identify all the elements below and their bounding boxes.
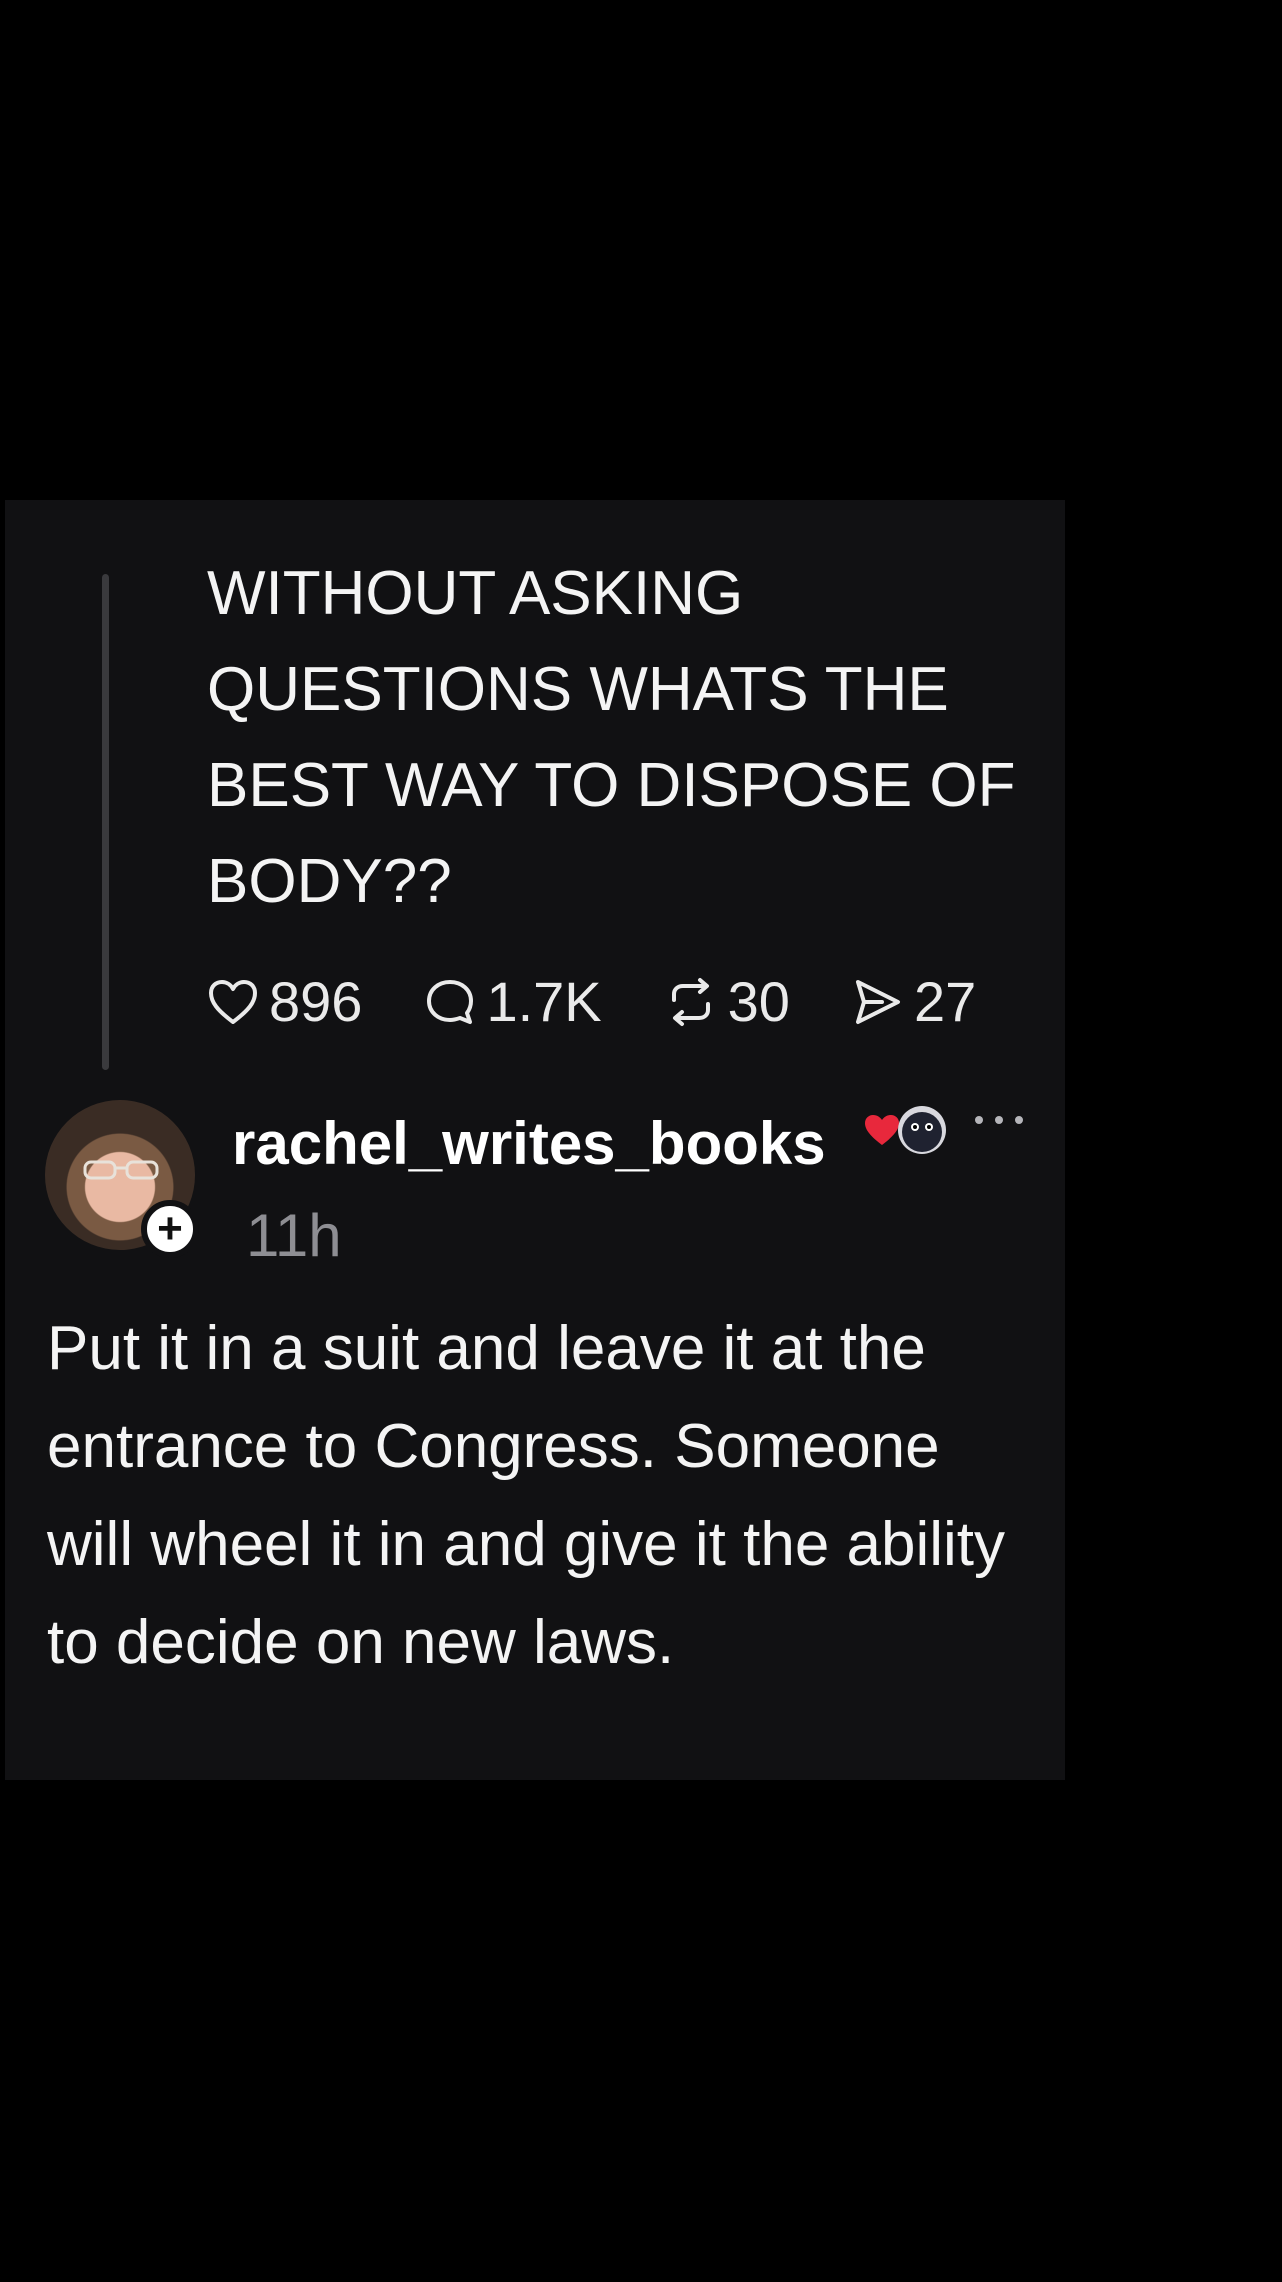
pet-icon xyxy=(898,1106,946,1154)
like-button[interactable]: 896 xyxy=(207,974,362,1030)
reply-author-line: rachel_writes_books 11h xyxy=(232,1098,852,1282)
repost-arrows-icon xyxy=(671,978,710,1026)
share-count: 27 xyxy=(913,970,977,1033)
profile-emoji-badges xyxy=(863,1103,949,1157)
parent-post-text: WITHOUT ASKING QUESTIONS WHATS THE BEST … xyxy=(207,559,1016,916)
reply-timestamp: 11h xyxy=(246,1202,342,1269)
reply-button[interactable]: 1.7K xyxy=(424,970,602,1033)
more-dots-icon[interactable] xyxy=(971,1110,1027,1130)
share-button[interactable]: 27 xyxy=(852,974,976,1030)
reply-author-avatar[interactable]: + xyxy=(45,1100,199,1258)
parent-post-metrics: 896 1.7K 30 27 xyxy=(207,962,1038,1042)
reply-text: Put it in a suit and leave it at the ent… xyxy=(47,1314,1006,1677)
send-icon xyxy=(855,980,900,1024)
like-count: 896 xyxy=(269,970,363,1033)
thread-connector-line xyxy=(102,574,109,1070)
comment-bubble-icon xyxy=(427,980,474,1024)
repost-button[interactable]: 30 xyxy=(664,974,790,1030)
follow-plus-button[interactable]: + xyxy=(141,1200,199,1258)
reply-count: 1.7K xyxy=(486,970,602,1033)
reply-username[interactable]: rachel_writes_books xyxy=(232,1110,826,1177)
plus-icon: + xyxy=(157,1204,183,1253)
glasses-graphic xyxy=(83,1160,159,1180)
repost-count: 30 xyxy=(727,970,790,1033)
heart-outline-icon xyxy=(209,980,257,1024)
threads-post-card: WITHOUT ASKING QUESTIONS WHATS THE BEST … xyxy=(5,500,1065,1780)
